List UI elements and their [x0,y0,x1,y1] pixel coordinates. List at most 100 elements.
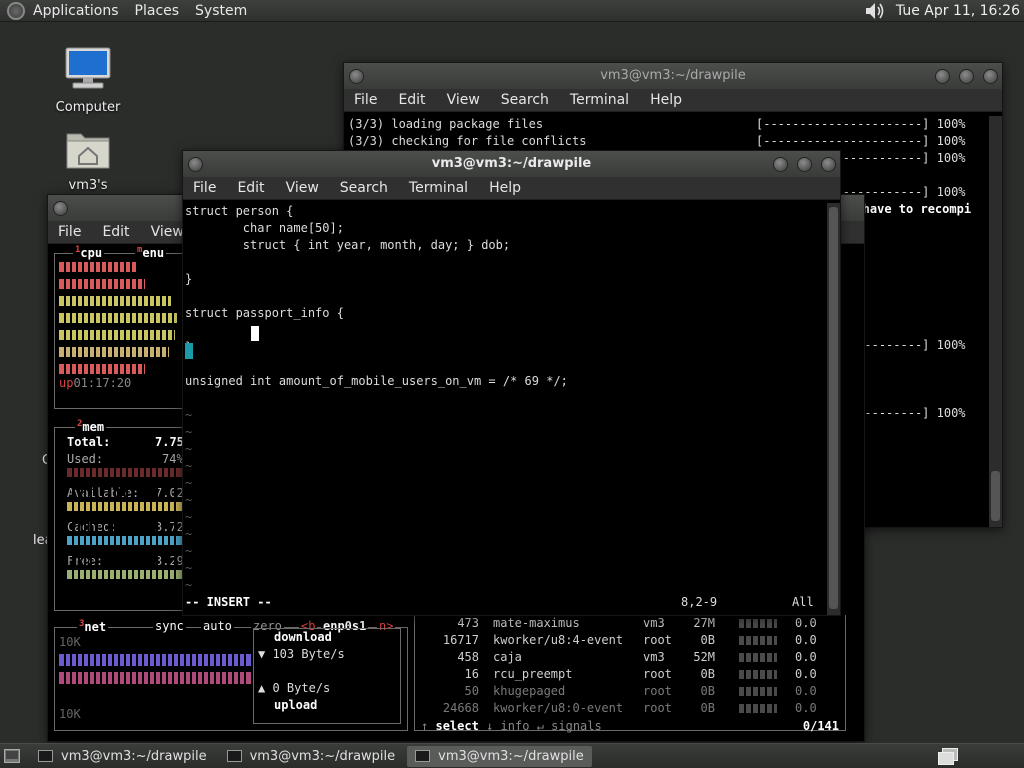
taskbar: vm3@vm3:~/drawpile vm3@vm3:~/drawpile vm… [0,743,1024,768]
maximize-icon[interactable] [959,69,974,84]
mem-used: Used: 74% [67,452,184,466]
vim-code-line: char name[50]; [185,221,344,235]
menu-help[interactable]: Help [489,180,521,196]
process-row[interactable]: 24668 kworker/u8:0-event root 0B 0.0 [415,700,835,717]
process-row[interactable]: 473 mate-maximus vm3 27M 0.0 [415,615,835,632]
process-cpu: 0.0 [795,701,817,715]
menu-view[interactable]: View [286,180,319,196]
process-cpu: 0.0 [795,650,817,664]
scrollbar[interactable] [827,203,840,615]
vim-tilde-line: ~ [185,578,193,592]
process-cpu: 0.0 [795,633,817,647]
process-cpu: 0.0 [795,667,817,681]
process-user: vm3 [643,616,665,630]
vim-code-line [185,322,825,339]
process-row[interactable]: 458 caja vm3 52M 0.0 [415,649,835,666]
desktop-icon-label: Computer [55,100,121,115]
proc-box: 473 mate-maximus vm3 27M 0.0 16717 kworker/u8:… [414,615,846,733]
menu-view[interactable]: View [151,224,184,240]
window-titlebar[interactable]: vm3@vm3:~/drawpile [183,151,840,177]
vim-cursor-position: 8,2-9 [681,595,718,609]
menu-terminal[interactable]: Terminal [409,180,468,196]
process-pid: 16 [464,667,479,681]
vim-tilde-line: ~ [185,527,193,541]
maximize-icon[interactable] [797,157,812,172]
window-titlebar[interactable]: vm3@vm3:~/drawpile [344,63,1002,89]
net-auto-option[interactable]: auto [201,619,234,633]
scrollbar-thumb[interactable] [829,207,838,609]
info-option[interactable]: info [501,719,530,733]
menu-file[interactable]: File [193,180,216,196]
vim-mode: -- INSERT -- [185,595,272,609]
process-row[interactable]: 50 khugepaged root 0B 0.0 [415,683,835,700]
process-mem: 0B [700,667,715,681]
close-icon[interactable] [821,157,836,172]
window-menu-icon[interactable] [188,157,203,172]
workspace-switcher-icon[interactable] [938,748,958,766]
terminal-icon [415,750,431,762]
select-option[interactable]: select [435,719,478,733]
cpu-box-title[interactable]: 1cpu [73,245,105,260]
applications-menu[interactable]: Applications [33,3,119,19]
window-menu-icon[interactable] [349,69,364,84]
window-title: vm3@vm3:~/drawpile [600,68,746,83]
scrollbar[interactable] [989,116,1002,527]
taskbar-item-active[interactable]: vm3@vm3:~/drawpile [407,745,592,767]
proc-footer: ↑ select ↓ info ↵ signals [421,719,602,733]
vim-tilde-line: ~ [185,442,193,456]
volume-icon[interactable] [864,1,886,21]
mate-logo-icon[interactable] [7,1,25,20]
menu-file[interactable]: File [58,224,81,240]
cpu-graph [59,262,177,374]
menu-edit[interactable]: Edit [398,92,425,108]
upload-label: upload [274,698,318,712]
desktop-icon-computer[interactable]: Computer [48,46,128,115]
process-user: root [643,633,672,647]
proc-count: 0/141 [802,719,839,733]
menu-help[interactable]: Help [650,92,682,108]
terminal-icon [38,750,53,762]
net-stats-box: download ▼ 103 Byte/s ▲ 0 Byte/s upload [253,628,401,724]
menu-box-title[interactable]: menu [135,245,167,260]
menu-view[interactable]: View [447,92,480,108]
clock[interactable]: Tue Apr 11, 16:26 [896,3,1020,19]
minimize-icon[interactable] [935,69,950,84]
menu-search[interactable]: Search [501,92,549,108]
process-name: khugepaged [493,684,566,698]
signals-option[interactable]: signals [551,719,602,733]
close-icon[interactable] [983,69,998,84]
process-row[interactable]: 16717 kworker/u8:4-event root 0B 0.0 [415,632,835,649]
taskbar-item[interactable]: vm3@vm3:~/drawpile [219,746,404,767]
process-row[interactable]: 16 rcu_preempt root 0B 0.0 [415,666,835,683]
vim-tilde-line: ~ [185,459,193,473]
show-desktop-icon[interactable] [4,749,20,763]
scrollbar-thumb[interactable] [991,471,1000,521]
system-menu[interactable]: System [195,3,247,19]
menu-terminal[interactable]: Terminal [570,92,629,108]
process-cpu-bar [739,619,777,628]
terminal-menubar: File Edit View Search Terminal Help [183,177,840,200]
process-pid: 458 [457,650,479,664]
vim-tilde-line: ~ [185,510,193,524]
window-title: vm3@vm3:~/drawpile [431,156,592,171]
menu-edit[interactable]: Edit [102,224,129,240]
menu-search[interactable]: Search [340,180,388,196]
upload-value: ▲ 0 Byte/s [258,681,331,695]
vim-code-line: struct person { [185,204,294,218]
panel-tray: Tue Apr 11, 16:26 [864,0,1020,22]
process-mem: 52M [693,650,715,664]
places-menu[interactable]: Places [135,3,180,19]
menu-file[interactable]: File [354,92,377,108]
mem-box-title[interactable]: 2mem [75,419,107,434]
window-menu-icon[interactable] [53,201,68,216]
vim-buffer[interactable]: struct person { char name[50]; struct { … [185,203,825,593]
net-box-title[interactable]: 3net [77,619,109,634]
minimize-icon[interactable] [773,157,788,172]
terminal-window-vim[interactable]: vm3@vm3:~/drawpile File Edit View Search… [182,150,841,616]
mem-total: Total: 7.75 [67,435,184,449]
process-mem: 27M [693,616,715,630]
net-sync-option[interactable]: sync [153,619,186,633]
vim-code-line: } [185,339,825,356]
taskbar-item[interactable]: vm3@vm3:~/drawpile [30,746,215,767]
menu-edit[interactable]: Edit [237,180,264,196]
